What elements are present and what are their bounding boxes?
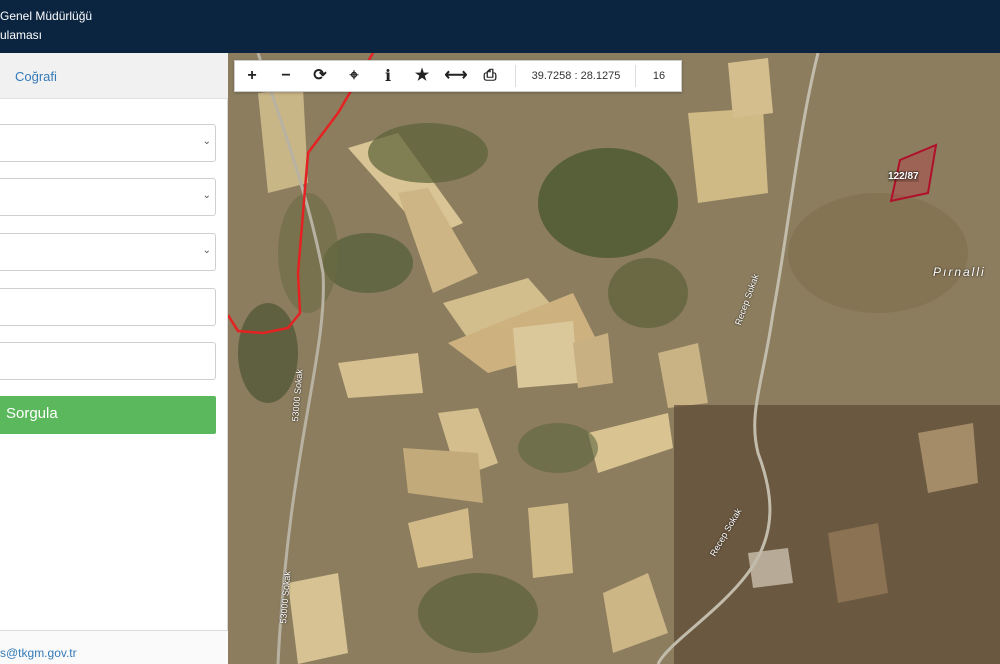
app-title-line2: ulaması — [0, 28, 43, 42]
zoom-in-button[interactable]: + — [235, 61, 269, 91]
query-button[interactable]: Sorgula — [0, 396, 216, 434]
zoom-out-button[interactable]: − — [269, 61, 303, 91]
place-name-label: Pırnalli — [933, 265, 986, 279]
parcel-input[interactable] — [0, 342, 216, 380]
sidebar-footer: s@tkgm.gov.tr — [0, 630, 228, 664]
footer-email-link[interactable]: s@tkgm.gov.tr — [0, 646, 77, 660]
coordinate-readout: 39.7258 : 28.1275 — [531, 70, 621, 82]
zoom-level-readout: 16 — [652, 70, 666, 82]
star-icon[interactable]: ★ — [405, 61, 439, 91]
measure-icon[interactable]: ⟷ — [439, 61, 473, 91]
chevron-down-icon: ⌄ — [202, 136, 211, 147]
info-icon[interactable]: i — [371, 61, 405, 91]
sidebar-tabbar: Coğrafi — [0, 53, 228, 99]
province-select[interactable]: ⌄ — [0, 124, 216, 162]
satellite-map[interactable]: 122/87 Pırnalli Recep Sokak 53000 Sokak … — [228, 53, 1000, 664]
tab-cografi[interactable]: Coğrafi — [15, 69, 57, 84]
map-imagery — [228, 53, 1000, 664]
parcel-label: 122/87 — [888, 171, 919, 182]
app-header: Genel Müdürlüğü ulaması — [0, 0, 1000, 53]
toolbar-divider — [635, 65, 636, 87]
map-toolbar: + − ⟳ ⌖ i ★ ⟷ ⎙ 39.7258 : 28.1275 16 — [234, 60, 682, 92]
chevron-down-icon: ⌄ — [202, 245, 211, 256]
block-input[interactable] — [0, 288, 216, 326]
locate-icon[interactable]: ⌖ — [337, 61, 371, 91]
toolbar-divider — [515, 65, 516, 87]
refresh-icon[interactable]: ⟳ — [303, 61, 337, 91]
sidebar-panel: Coğrafi ⌄ ⌄ ⌄ Sorgula s@tkgm.gov.tr — [0, 53, 228, 664]
neighborhood-select[interactable]: ⌄ — [0, 233, 216, 271]
chevron-down-icon: ⌄ — [202, 190, 211, 201]
print-icon[interactable]: ⎙ — [473, 61, 507, 91]
query-button-label: Sorgula — [6, 405, 58, 422]
app-title-line1: Genel Müdürlüğü — [0, 9, 93, 23]
district-select[interactable]: ⌄ — [0, 178, 216, 216]
